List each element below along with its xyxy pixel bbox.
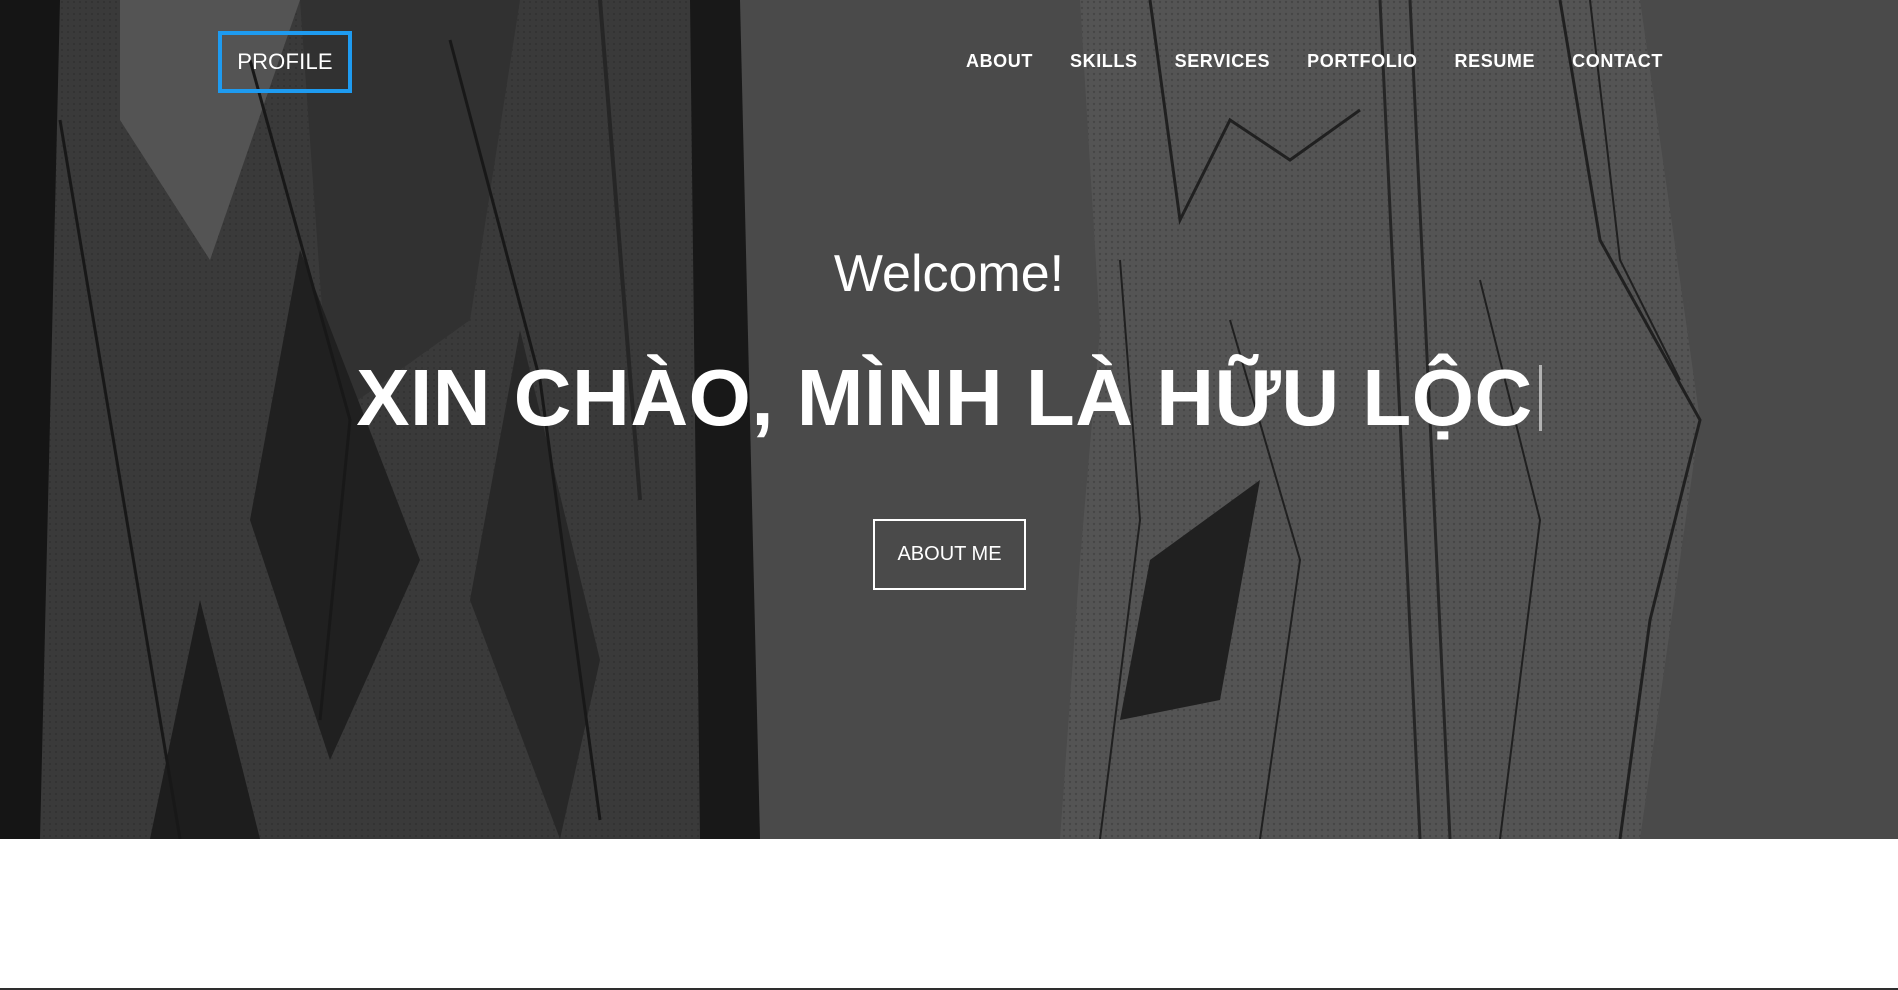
nav-services[interactable]: SERVICES — [1175, 51, 1271, 72]
nav-resume[interactable]: RESUME — [1455, 51, 1536, 72]
nav-portfolio[interactable]: PORTFOLIO — [1307, 51, 1417, 72]
logo-profile-link[interactable]: PROFILE — [218, 31, 352, 93]
content-area — [0, 839, 1898, 990]
about-me-button[interactable]: ABOUT ME — [873, 519, 1026, 590]
main-nav: ABOUT SKILLS SERVICES PORTFOLIO RESUME C… — [966, 51, 1663, 72]
nav-skills[interactable]: SKILLS — [1070, 51, 1138, 72]
hero-headline: XIN CHÀO, MÌNH LÀ HỮU LỘC — [0, 352, 1898, 444]
welcome-heading: Welcome! — [833, 245, 1065, 303]
hero-section: PROFILE ABOUT SKILLS SERVICES PORTFOLIO … — [0, 0, 1898, 839]
headline-text: XIN CHÀO, MÌNH LÀ HỮU LỘC — [356, 353, 1533, 442]
nav-about[interactable]: ABOUT — [966, 51, 1033, 72]
nav-contact[interactable]: CONTACT — [1572, 51, 1663, 72]
typing-caret — [1538, 365, 1542, 431]
